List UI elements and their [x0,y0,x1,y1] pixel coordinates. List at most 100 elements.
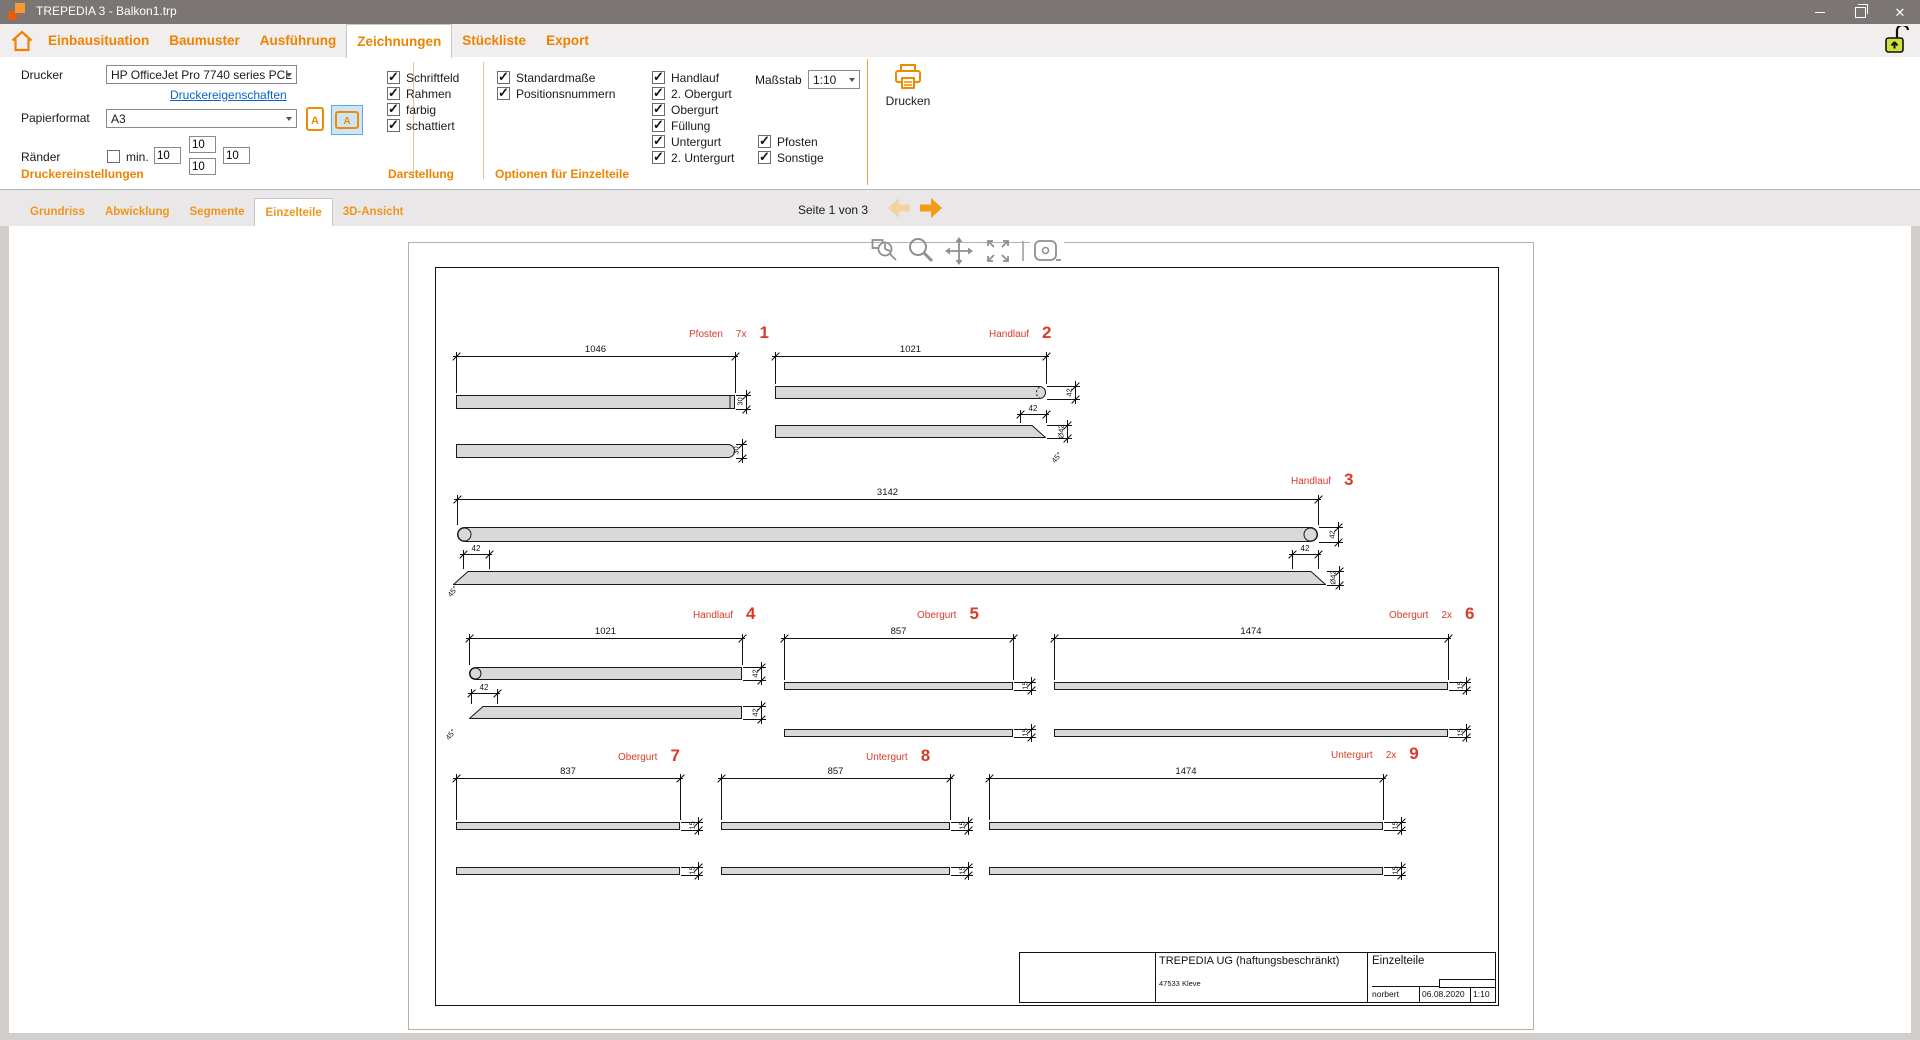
dimension-label: 1021 [871,344,951,355]
measure-icon[interactable] [1030,236,1064,266]
group-label-druckereinstellungen: Druckereinstellungen [21,167,144,181]
paper-format-select[interactable]: A3 [106,109,297,128]
zoom-icon[interactable] [906,236,936,266]
landscape-page-icon[interactable]: A [331,105,363,135]
tab-grundriss[interactable]: Grundriss [20,198,95,226]
margin-top-input[interactable] [189,136,216,153]
tab-abwicklung[interactable]: Abwicklung [95,198,180,226]
view-tabs: GrundrissAbwicklungSegmenteEinzelteile3D… [20,198,413,226]
ribbon: Drucker HP OfficeJet Pro 7740 series PCL… [0,57,1920,190]
drucken-button[interactable]: Drucken [876,63,940,108]
pan-icon[interactable] [944,236,974,266]
next-page-arrow[interactable] [918,198,944,218]
tab-einbausituation[interactable]: Einbausituation [38,24,159,57]
restore-button[interactable] [1840,0,1880,24]
portrait-page-icon[interactable]: A [302,105,327,133]
tab-export[interactable]: Export [536,24,599,57]
margin-right-input[interactable] [223,147,250,164]
part-label: Obergurt5 [917,606,979,621]
minimize-button[interactable] [1800,0,1840,24]
tab-zeichnungen[interactable]: Zeichnungen [346,24,452,58]
checkbox-label: Rahmen [406,87,451,101]
dimension-label: 1046 [556,344,636,355]
prev-page-arrow[interactable] [886,198,912,218]
checkbox-row: Sonstige [758,151,824,164]
min-checkbox[interactable] [107,150,120,163]
group-separator [483,62,484,179]
part-label: Handlauf4 [693,606,756,621]
checkbox-rahmen[interactable] [387,87,400,100]
checkbox-2-obergurt[interactable] [652,87,665,100]
printer-select[interactable]: HP OfficeJet Pro 7740 series PCL [106,65,297,84]
checkbox-farbig[interactable] [387,103,400,116]
extension-line [784,634,785,680]
tab-ausf-hrung[interactable]: Ausführung [250,24,347,57]
min-label: min. [126,150,149,164]
dimension-label: 15 [1391,857,1400,885]
checkbox-obergurt[interactable] [652,103,665,116]
title-block-tab [1439,979,1496,988]
date: 06.08.2020 [1422,989,1465,999]
checkbox-untergurt[interactable] [652,135,665,148]
extension-line [1054,634,1055,680]
einzelteile-options-col3: PfostenSonstige [758,135,824,164]
checkbox-row: Obergurt [652,103,734,116]
part-bar [775,386,1046,399]
margin-left-input[interactable] [154,147,181,164]
checkbox-standardmaße[interactable] [497,71,510,84]
checkbox-sonstige[interactable] [758,151,771,164]
part-label: Untergurt8 [866,748,930,763]
dimension-label: 1474 [1146,766,1226,777]
drawing-frame: TREPEDIA UG (haftungsbeschränkt) 47533 K… [435,267,1499,1006]
checkbox-positionsnummern[interactable] [497,87,510,100]
checkbox-2-untergurt[interactable] [652,151,665,164]
checkbox-füllung[interactable] [652,119,665,132]
drawing-canvas[interactable]: TREPEDIA UG (haftungsbeschränkt) 47533 K… [9,226,1911,1033]
checkbox-schriftfeld[interactable] [387,71,400,84]
extension-line [989,774,990,820]
tab-3d-ansicht[interactable]: 3D-Ansicht [333,198,414,226]
checkbox-row: 2. Obergurt [652,87,734,100]
zoom-window-icon[interactable] [870,236,900,266]
extension-line [1013,634,1014,680]
part-bar [989,867,1383,875]
massstab-select[interactable]: 1:10 [808,70,860,89]
toolbar-separator [1020,236,1026,266]
checkbox-handlauf[interactable] [652,71,665,84]
checkbox-schattiert[interactable] [387,119,400,132]
angle-label: 45° [1050,450,1064,464]
checkbox-label: Untergurt [671,135,721,149]
chevron-down-icon [286,117,292,121]
dimension-line [781,638,1016,639]
margin-bottom-input[interactable] [189,158,216,175]
tab-baumuster[interactable]: Baumuster [159,24,250,57]
tab-einzelteile[interactable]: Einzelteile [254,198,332,226]
dimension-line [986,778,1386,779]
part-bar [469,706,742,719]
sheet-name: Einzelteile [1372,955,1424,967]
fit-view-icon[interactable] [983,236,1013,266]
dimension-label: 1021 [566,626,646,637]
group-separator [867,59,868,185]
dimension-label: 30 [732,437,741,465]
home-icon[interactable] [10,29,34,53]
dimension-label: 30 [736,388,745,416]
printer-properties-link[interactable]: Druckereigenschaften [170,88,287,102]
title-block: TREPEDIA UG (haftungsbeschränkt) 47533 K… [1019,952,1496,1003]
checkbox-label: Füllung [671,119,710,133]
close-button[interactable]: ✕ [1880,0,1920,24]
part-number: 2 [1042,325,1051,340]
part-quantity: 2x [1441,610,1452,621]
tab-segmente[interactable]: Segmente [180,198,255,226]
open-lock-icon[interactable] [1884,26,1910,59]
paper-format-value: A3 [111,112,126,126]
tab-st-ckliste[interactable]: Stückliste [452,24,536,57]
dimension-label: 15 [1021,719,1030,747]
dimension-label: 837 [528,766,608,777]
window-title: TREPEDIA 3 - Balkon1.trp [36,4,177,18]
part-name: Obergurt [1389,610,1428,621]
menu-tabs: EinbausituationBaumusterAusführungZeichn… [38,24,599,57]
dimension-label: Ø42 [1057,417,1066,445]
einzelteile-options-col2: Handlauf2. ObergurtObergurtFüllungUnterg… [652,71,734,164]
checkbox-pfosten[interactable] [758,135,771,148]
